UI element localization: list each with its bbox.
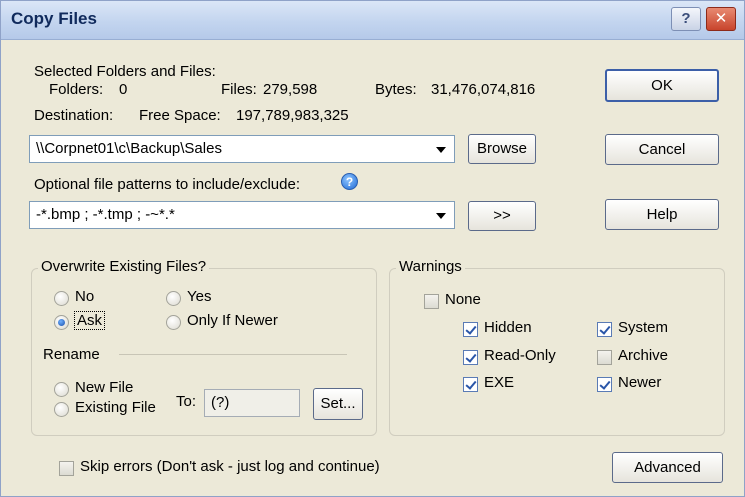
title-help-button[interactable]: ? [671, 7, 701, 31]
browse-label: Browse [476, 140, 528, 157]
skip-errors-label[interactable]: Skip errors (Don't ask - just log and co… [80, 458, 380, 475]
rename-to-label: To: [176, 393, 197, 410]
rename-divider [119, 354, 347, 355]
overwrite-no-radio[interactable] [54, 291, 69, 306]
destination-combo[interactable]: \\Corpnet01\c\Backup\Sales [29, 135, 455, 163]
ok-button[interactable]: OK [605, 69, 719, 102]
cancel-button[interactable]: Cancel [605, 134, 719, 165]
expand-button[interactable]: >> [468, 201, 536, 231]
overwrite-ask-label[interactable]: Ask [73, 311, 106, 330]
help-button[interactable]: Help [605, 199, 719, 230]
warning-newer-label[interactable]: Newer [618, 374, 661, 391]
warning-none-checkbox[interactable] [424, 294, 439, 309]
warning-none-label[interactable]: None [445, 291, 481, 308]
selection-heading: Selected Folders and Files: [34, 63, 216, 80]
folders-value: 0 [119, 81, 128, 98]
copy-files-dialog: Copy Files ? ✕ Selected Folders and File… [0, 0, 745, 497]
warnings-group: Warnings [389, 258, 725, 436]
dropdown-arrow-icon[interactable] [436, 213, 446, 219]
rename-existing-file-radio[interactable] [54, 402, 69, 417]
files-label: Files: [221, 81, 257, 98]
overwrite-ask-radio[interactable] [54, 315, 69, 330]
rename-existing-file-label[interactable]: Existing File [75, 399, 156, 416]
patterns-label: Optional file patterns to include/exclud… [34, 176, 300, 193]
help-label: Help [646, 206, 678, 223]
free-space-label: Free Space: [139, 107, 221, 124]
warning-archive-checkbox[interactable] [597, 350, 612, 365]
patterns-combo[interactable]: -*.bmp ; -*.tmp ; -~*.* [29, 201, 455, 229]
warnings-group-title: Warnings [396, 258, 465, 275]
bytes-label: Bytes: [375, 81, 417, 98]
folders-label: Folders: [49, 81, 104, 98]
advanced-button[interactable]: Advanced [612, 452, 723, 483]
rename-heading: Rename [43, 346, 100, 363]
overwrite-no-label[interactable]: No [75, 288, 94, 305]
cancel-label: Cancel [638, 141, 686, 158]
dropdown-arrow-icon[interactable] [436, 147, 446, 153]
browse-button[interactable]: Browse [468, 134, 536, 164]
free-space-value: 197,789,983,325 [236, 107, 349, 124]
destination-path: \\Corpnet01\c\Backup\Sales [36, 140, 222, 157]
close-icon: ✕ [714, 10, 728, 27]
info-help-icon[interactable]: ? [341, 173, 358, 190]
advanced-label: Advanced [634, 459, 701, 476]
rename-to-value: (?) [211, 394, 230, 411]
warning-exe-checkbox[interactable] [463, 377, 478, 392]
question-icon: ? [681, 10, 691, 27]
destination-label: Destination: [34, 107, 114, 124]
warning-archive-label[interactable]: Archive [618, 347, 668, 364]
warning-exe-label[interactable]: EXE [484, 374, 514, 391]
overwrite-yes-radio[interactable] [166, 291, 181, 306]
bytes-value: 31,476,074,816 [431, 81, 536, 98]
ok-label: OK [651, 77, 673, 94]
warning-system-checkbox[interactable] [597, 322, 612, 337]
overwrite-only-newer-radio[interactable] [166, 315, 181, 330]
warning-read-only-checkbox[interactable] [463, 350, 478, 365]
window-title: Copy Files [11, 9, 97, 28]
set-button[interactable]: Set... [313, 388, 363, 420]
rename-new-file-radio[interactable] [54, 382, 69, 397]
overwrite-group-title: Overwrite Existing Files? [38, 258, 210, 275]
skip-errors-checkbox[interactable] [59, 461, 74, 476]
warning-system-label[interactable]: System [618, 319, 668, 336]
rename-to-input[interactable]: (?) [204, 389, 300, 417]
rename-new-file-label[interactable]: New File [75, 379, 133, 396]
expand-label: >> [493, 207, 511, 224]
warning-hidden-label[interactable]: Hidden [484, 319, 532, 336]
set-label: Set... [320, 395, 356, 412]
warning-read-only-label[interactable]: Read-Only [484, 347, 556, 364]
close-button[interactable]: ✕ [706, 7, 736, 31]
warning-newer-checkbox[interactable] [597, 377, 612, 392]
overwrite-only-newer-label[interactable]: Only If Newer [187, 312, 278, 329]
warning-hidden-checkbox[interactable] [463, 322, 478, 337]
files-value: 279,598 [263, 81, 318, 98]
title-bar[interactable]: Copy Files ? ✕ [1, 1, 744, 40]
patterns-value: -*.bmp ; -*.tmp ; -~*.* [36, 206, 175, 223]
overwrite-yes-label[interactable]: Yes [187, 288, 211, 305]
